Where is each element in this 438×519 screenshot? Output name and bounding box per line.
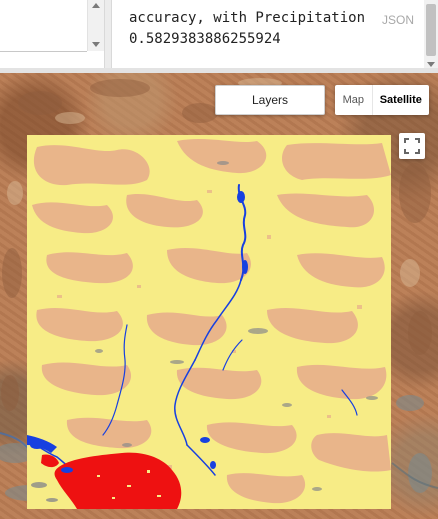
map-type-map-button[interactable]: Map: [335, 85, 373, 115]
classification-layer: [27, 135, 391, 509]
map-view[interactable]: Layers Map Satellite: [0, 73, 438, 519]
layers-button[interactable]: Layers: [215, 85, 325, 115]
editor-scrollbar[interactable]: [87, 0, 104, 51]
console-panel: accuracy, with Precipitation 0.582938388…: [112, 0, 424, 68]
fullscreen-button[interactable]: [399, 133, 425, 159]
scroll-down-icon[interactable]: [427, 62, 435, 67]
script-editor-pane[interactable]: [0, 0, 87, 52]
console-output-value: 0.5829383886255924: [129, 31, 281, 47]
console-scrollbar[interactable]: [424, 0, 438, 72]
panel-splitter[interactable]: [104, 0, 112, 72]
scroll-up-icon[interactable]: [92, 3, 100, 8]
console-scroll-thumb[interactable]: [426, 4, 436, 56]
fullscreen-icon: [404, 138, 420, 154]
json-toggle[interactable]: JSON: [382, 13, 414, 27]
map-type-control: Map Satellite: [335, 85, 429, 115]
map-type-satellite-button[interactable]: Satellite: [373, 85, 429, 115]
scroll-down-icon[interactable]: [92, 42, 100, 47]
console-output-label: accuracy, with Precipitation: [129, 10, 366, 26]
code-editor-area: accuracy, with Precipitation 0.582938388…: [0, 0, 438, 73]
